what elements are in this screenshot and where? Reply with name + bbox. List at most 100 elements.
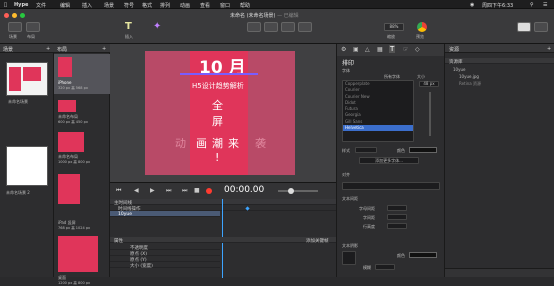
- zoom-slider[interactable]: [278, 190, 318, 192]
- layout-thumb-5[interactable]: [58, 236, 98, 272]
- add-more-fonts-button[interactable]: 添加更多字体...: [359, 157, 419, 164]
- canvas-area: 10 月 H5设计趋势解析 全 屏 画 潮 来 ! 动 袭: [110, 44, 336, 182]
- content-card[interactable]: 10 月 H5设计趋势解析 全 屏 画 潮 来 !: [180, 51, 258, 175]
- resource-folder[interactable]: 10yue: [453, 67, 465, 72]
- stop-button[interactable]: ■: [194, 187, 200, 194]
- add-keyframe-label[interactable]: 添加关键帧: [306, 238, 329, 244]
- metrics-tab-icon[interactable]: △: [365, 46, 370, 53]
- element-track-row[interactable]: 10yue: [110, 211, 220, 217]
- apple-icon[interactable]: : [4, 2, 7, 8]
- menu-insert[interactable]: 插入: [82, 2, 92, 9]
- scenes-toggle-button[interactable]: [8, 22, 22, 32]
- arrange-button-4[interactable]: [298, 22, 312, 32]
- exclaim-char[interactable]: !: [215, 151, 219, 164]
- forward-button[interactable]: ⏭: [166, 187, 171, 195]
- add-scene-icon[interactable]: +: [46, 46, 50, 52]
- horiz-char-2[interactable]: 画: [196, 135, 207, 151]
- document-tab-icon[interactable]: ⚙: [341, 46, 346, 53]
- menu-file[interactable]: 文件: [36, 2, 46, 9]
- arrange-button-3[interactable]: [281, 22, 295, 32]
- clock[interactable]: 周四下午6:33: [482, 2, 513, 9]
- prop-row-width[interactable]: 大小 (宽度): [110, 262, 220, 269]
- arrange-button-1[interactable]: [247, 22, 261, 32]
- scene-thumbnail-2[interactable]: [6, 146, 48, 186]
- layouts-title: 布局: [57, 46, 68, 53]
- minimize-button[interactable]: [12, 13, 17, 18]
- line-height-field[interactable]: [387, 223, 407, 229]
- preview-label: 预览: [416, 34, 424, 39]
- menu-animate[interactable]: 动画: [180, 2, 190, 9]
- identity-tab-icon[interactable]: ◇: [415, 46, 420, 53]
- add-layout-icon[interactable]: +: [102, 46, 106, 52]
- typography-tab-icon[interactable]: T: [389, 45, 396, 53]
- actions-tab-icon[interactable]: ☞: [403, 46, 408, 53]
- scene-thumbnail-1[interactable]: [6, 62, 48, 96]
- app-menu[interactable]: Hype: [14, 2, 28, 8]
- menu-arrange[interactable]: 排列: [160, 2, 170, 9]
- shadow-blur-field[interactable]: [375, 264, 395, 270]
- end-button[interactable]: ⏭: [182, 187, 187, 195]
- properties-label: 属性: [114, 238, 123, 244]
- resource-retina[interactable]: Retina 资源: [459, 81, 481, 87]
- accent-bar: [180, 73, 258, 75]
- record-button[interactable]: [206, 188, 212, 194]
- menu-view[interactable]: 查看: [200, 2, 210, 9]
- resources-title: 资源: [449, 46, 460, 53]
- rewind-button[interactable]: ⏮: [116, 187, 121, 195]
- letter-spacing-field[interactable]: [387, 205, 407, 211]
- layout-thumb-2[interactable]: [58, 100, 76, 112]
- horiz-char-5[interactable]: 袭: [255, 135, 266, 151]
- align-label: 对齐: [342, 172, 350, 177]
- word-spacing-field[interactable]: [387, 214, 407, 220]
- menu-scene[interactable]: 场景: [104, 2, 114, 9]
- horiz-char-4[interactable]: 来: [228, 135, 239, 151]
- layouts-panel: 布局 + iPhone 320 px 高 568 px 未命名布局 600 px …: [54, 44, 110, 285]
- horiz-char-3[interactable]: 潮: [212, 135, 223, 151]
- search-icon[interactable]: ⚲: [530, 2, 534, 8]
- add-resource-icon[interactable]: +: [547, 46, 551, 52]
- zoom-field[interactable]: 88%: [384, 23, 404, 31]
- arrange-button-2[interactable]: [264, 22, 278, 32]
- wifi-icon[interactable]: ◉: [470, 2, 474, 8]
- scene-tab-icon[interactable]: ▣: [353, 46, 359, 53]
- font-size-field[interactable]: 48 px: [419, 81, 439, 87]
- shadow-color-swatch[interactable]: [409, 252, 437, 258]
- font-option-selected[interactable]: Helvetica: [343, 125, 413, 132]
- resources-footer: [445, 268, 554, 277]
- element-tab-icon[interactable]: ▦: [377, 46, 383, 53]
- list-icon[interactable]: ☰: [543, 2, 547, 8]
- menu-symbol[interactable]: 符号: [124, 2, 134, 9]
- menu-edit[interactable]: 编辑: [60, 2, 70, 9]
- layout-thumb-3[interactable]: [58, 132, 84, 152]
- line-height-label: 行高度: [363, 224, 375, 229]
- layouts-header: 布局 +: [54, 44, 110, 53]
- scene-canvas[interactable]: 10 月 H5设计趋势解析 全 屏 画 潮 来 ! 动 袭: [145, 51, 295, 175]
- layouts-toggle-button[interactable]: [26, 22, 40, 32]
- layout-thumb-4[interactable]: [58, 174, 80, 204]
- resources-toggle-button[interactable]: [534, 22, 548, 32]
- menu-format[interactable]: 格式: [142, 2, 152, 9]
- letter-spacing-label: 字母间距: [359, 206, 375, 211]
- text-color-swatch[interactable]: [409, 147, 437, 153]
- preview-icon[interactable]: [417, 22, 427, 32]
- vertical-char-1[interactable]: 全: [212, 97, 223, 113]
- zoom-slider-knob[interactable]: [288, 188, 294, 194]
- vertical-char-2[interactable]: 屏: [212, 113, 223, 129]
- subtitle-text[interactable]: H5设计趋势解析: [192, 81, 244, 91]
- resources-panel: 资源 + 资源库 10yue 10yue.jpg Retina 资源: [444, 44, 554, 277]
- style-select[interactable]: [355, 147, 377, 153]
- inspector-toggle-button[interactable]: [517, 22, 531, 32]
- shadow-preview[interactable]: [342, 251, 356, 265]
- back-button[interactable]: ◀: [134, 187, 139, 194]
- font-size-slider[interactable]: [429, 92, 431, 136]
- close-button[interactable]: [4, 13, 9, 18]
- font-list[interactable]: Copperplate Courier Courier New Didot Fu…: [342, 80, 414, 142]
- resource-library-row[interactable]: 资源库: [445, 58, 554, 65]
- menu-help[interactable]: 帮助: [240, 2, 250, 9]
- resource-file[interactable]: 10yue.jpg: [459, 74, 479, 79]
- align-segmented-control[interactable]: [342, 182, 440, 190]
- menu-window[interactable]: 窗口: [220, 2, 230, 9]
- play-button[interactable]: ▶: [150, 187, 155, 194]
- horiz-char-1[interactable]: 动: [175, 135, 186, 151]
- zoom-window-button[interactable]: [20, 13, 25, 18]
